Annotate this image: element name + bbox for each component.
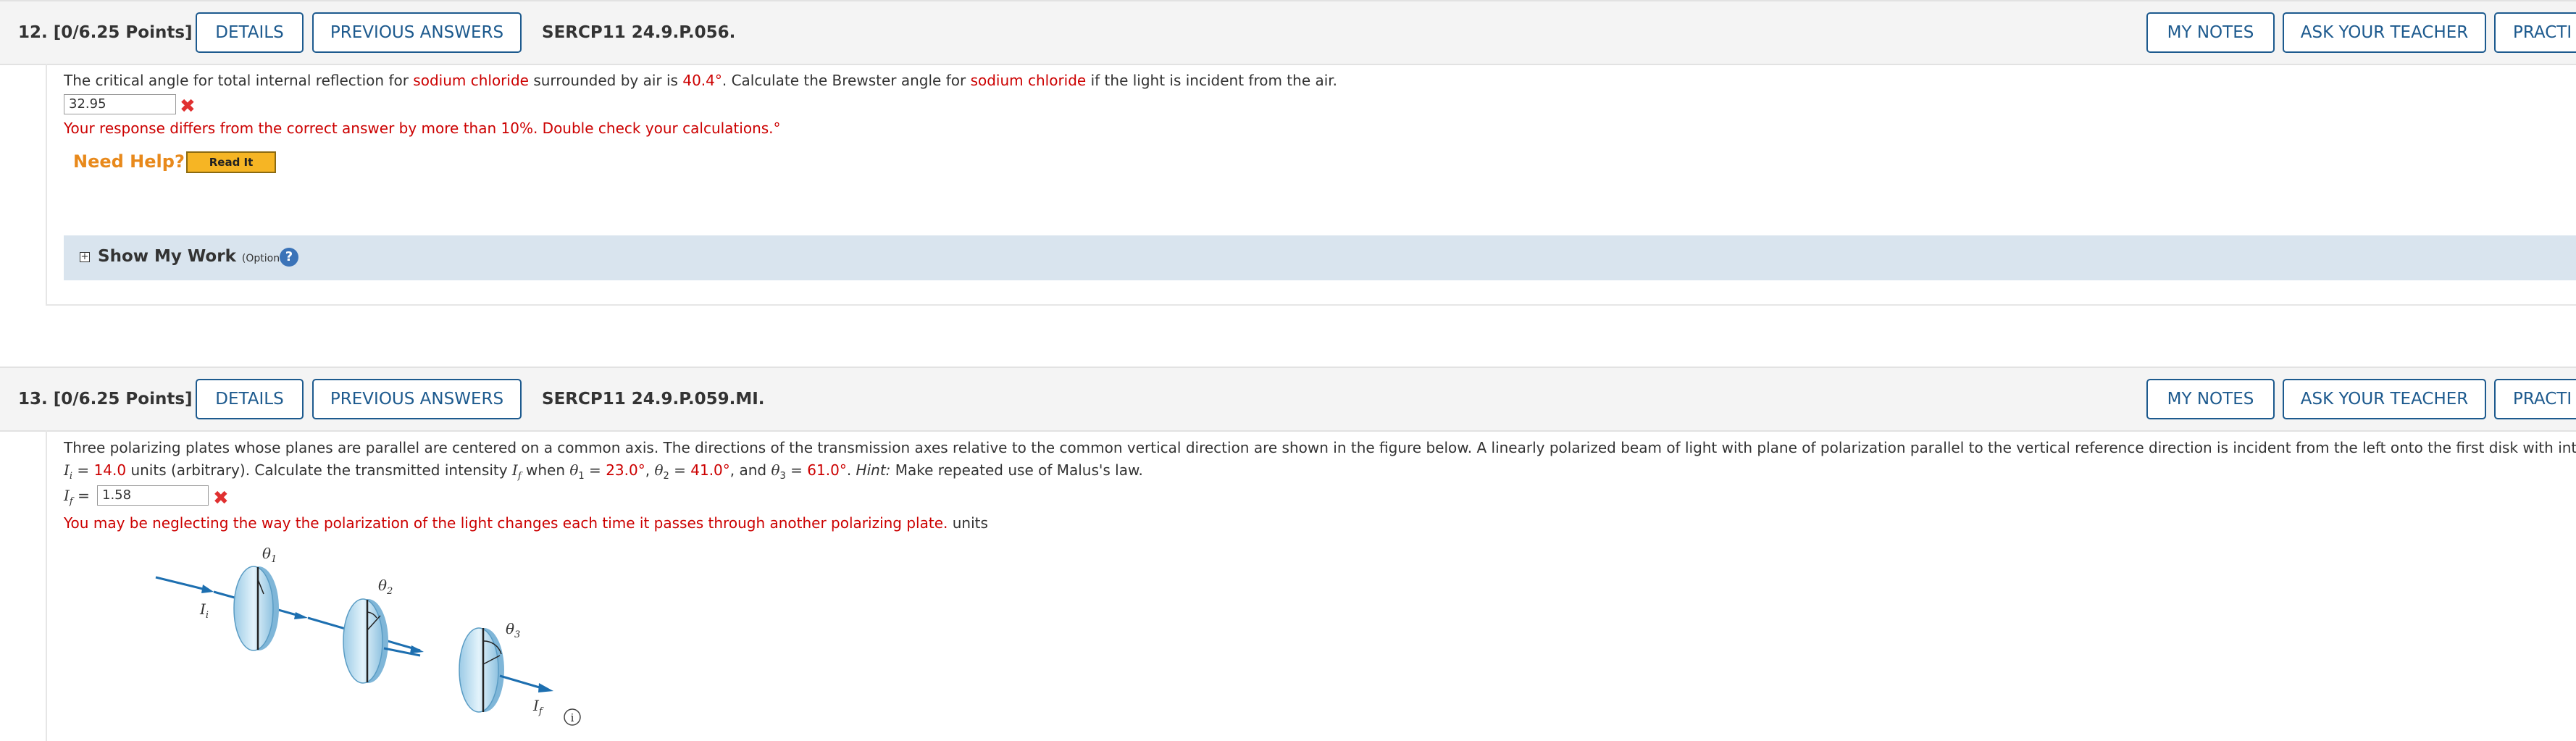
transmitted-intensity-label: If [532, 697, 544, 717]
q12-my-notes-button[interactable]: MY NOTES [2146, 12, 2275, 53]
beam-arrowhead [294, 612, 308, 619]
beam-arrowhead [410, 645, 424, 653]
show-my-work-bar[interactable]: + Show My Work (Optional) ? [64, 235, 2576, 280]
expand-plus-icon[interactable]: + [80, 252, 90, 262]
q12-practice-button[interactable]: PRACTI [2494, 12, 2576, 53]
q13-question-line2: Ii = 14.0 units (arbitrary). Calculate t… [64, 461, 1143, 482]
q12-header: 12. [0/6.25 Points] DETAILS PREVIOUS ANS… [0, 0, 2576, 65]
theta1-label: θ1 [262, 545, 277, 565]
q12-ask-teacher-button[interactable]: ASK YOUR TEACHER [2283, 12, 2486, 53]
q12-question-text: The critical angle for total internal re… [64, 72, 1338, 89]
q13-answer-label: If = [64, 487, 90, 507]
q13-header: 13. [0/6.25 Points] DETAILS PREVIOUS ANS… [0, 367, 2576, 432]
incident-beam-arrow [155, 576, 214, 593]
q13-question-line1: Three polarizing plates whose planes are… [64, 439, 2576, 456]
read-it-button[interactable]: Read It [186, 151, 276, 173]
q12-number: 12. [0/6.25 Points] [18, 23, 193, 42]
q13-error-message: You may be neglecting the way the polari… [64, 514, 988, 532]
q13-code: SERCP11 24.9.P.059.MI. [542, 390, 765, 409]
q13-answer-input[interactable]: 1.58 [97, 485, 209, 506]
q13-number: 13. [0/6.25 Points] [18, 390, 193, 409]
need-help-label: Need Help? [73, 151, 185, 172]
q12-bottom-border [46, 304, 2576, 306]
q12-error-message: Your response differs from the correct a… [64, 120, 781, 137]
q12-previous-answers-button[interactable]: PREVIOUS ANSWERS [312, 12, 522, 53]
q13-practice-button[interactable]: PRACTI [2494, 379, 2576, 419]
transmitted-beam-arrow [499, 674, 553, 692]
polarizer-disk-1 [233, 566, 279, 651]
theta2-label: θ2 [378, 577, 393, 597]
show-my-work-label[interactable]: Show My Work (Optional) [98, 247, 293, 266]
q13-ask-teacher-button[interactable]: ASK YOUR TEACHER [2283, 379, 2486, 419]
q12-code: SERCP11 24.9.P.056. [542, 23, 736, 42]
polarizer-disk-3 [459, 627, 504, 713]
q13-my-notes-button[interactable]: MY NOTES [2146, 379, 2275, 419]
info-icon[interactable]: i [564, 708, 581, 726]
polarizer-figure: θ1 θ2 θ3 Ii If i [155, 545, 581, 726]
incorrect-x-icon: ✖ [213, 487, 229, 509]
q13-previous-answers-button[interactable]: PREVIOUS ANSWERS [312, 379, 522, 419]
polarizer-disk-2 [343, 598, 388, 684]
svg-text:i: i [571, 711, 574, 724]
help-question-icon[interactable]: ? [280, 248, 298, 267]
theta3-label: θ3 [506, 620, 520, 640]
q12-details-button[interactable]: DETAILS [196, 12, 304, 53]
q12-answer-input[interactable]: 32.95 [64, 94, 176, 114]
q13-details-button[interactable]: DETAILS [196, 379, 304, 419]
incorrect-x-icon: ✖ [180, 96, 196, 117]
incident-intensity-label: Ii [199, 600, 209, 621]
